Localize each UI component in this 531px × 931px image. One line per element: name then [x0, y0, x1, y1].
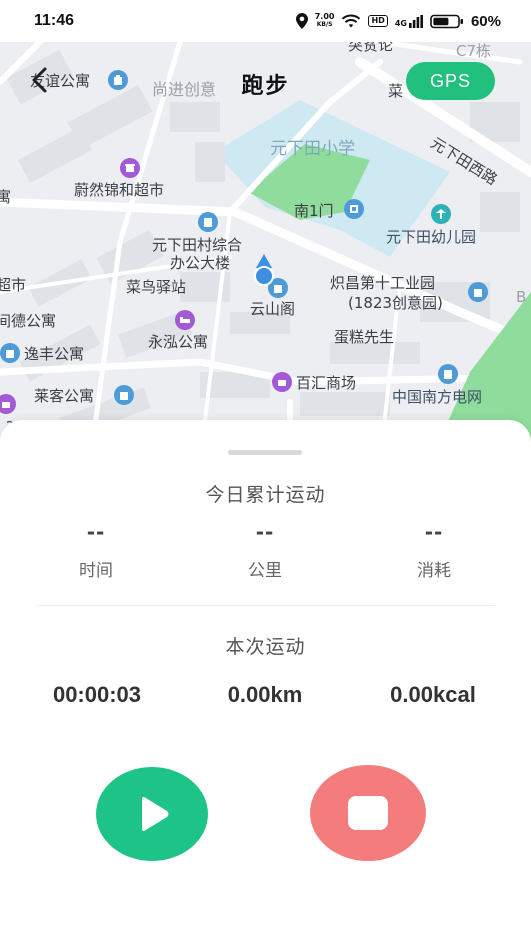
status-time: 11:46	[34, 12, 75, 29]
map-label: (1823创意园)	[348, 294, 443, 312]
location-arrow-icon	[254, 254, 274, 286]
hd-badge: HD	[368, 15, 388, 27]
gps-button[interactable]: GPS	[406, 62, 495, 100]
play-icon	[142, 797, 169, 831]
today-time-label: 时间	[79, 561, 113, 581]
status-bar: 11:46 7.00 KB/S HD 4G 60%	[0, 0, 531, 42]
today-time-stat: -- 时间	[26, 520, 166, 581]
park-icon	[468, 282, 488, 302]
session-distance: 0.00km	[227, 682, 303, 707]
today-calories-value: --	[424, 520, 444, 544]
map-label: 云山阁	[250, 300, 296, 318]
map-label: 菜鸟驿站	[126, 278, 187, 296]
map-label: 超市	[0, 276, 27, 294]
session-title: 本次运动	[225, 636, 306, 658]
battery-icon	[430, 14, 463, 28]
office-icon	[198, 212, 218, 232]
today-distance-stat: -- 公里	[195, 520, 335, 581]
stop-button[interactable]	[310, 765, 426, 861]
map-label: 莱客公寓	[34, 387, 95, 405]
mall-icon	[272, 372, 292, 392]
hotel-icon	[175, 310, 195, 330]
signal-indicator: 4G	[394, 14, 423, 28]
apartment-icon	[0, 343, 20, 363]
map-label: 间德公寓	[0, 312, 57, 330]
map-label: B	[516, 288, 527, 306]
map-label: 寓	[0, 188, 12, 206]
map-label: 永泓公寓	[148, 333, 209, 351]
apartment-icon	[114, 385, 134, 405]
net-speed: 7.00 KB/S	[315, 13, 335, 29]
map-label: 炽昌第十工业园	[330, 274, 436, 292]
map-label: C7栋	[456, 42, 492, 60]
session-duration: 00:00:03	[52, 682, 142, 707]
network-type: 4G	[394, 18, 407, 28]
today-time-value: --	[86, 520, 106, 544]
map-label: 元下田小学	[270, 139, 355, 159]
map-label: 百汇商场	[296, 374, 357, 392]
map-label: 办公大楼	[170, 254, 231, 272]
net-speed-value: 7.00	[314, 12, 335, 21]
map-label: 突贫论	[348, 42, 394, 54]
map-label: 元下田幼儿园	[386, 228, 477, 246]
map-label: 蔚然锦和超市	[74, 181, 165, 199]
map-view[interactable]: 突贫论 C7栋 友谊公寓 尚进创意 菜 元下田西路 元下田小学 蔚然锦和超市 寓…	[0, 42, 531, 462]
battery-percentage: 60%	[470, 12, 501, 30]
drag-handle[interactable]	[228, 450, 302, 455]
grid-office-icon	[438, 364, 458, 384]
stop-icon	[348, 796, 388, 830]
map-label: 南1门	[294, 202, 334, 220]
map-label: 蛋糕先生	[334, 328, 395, 346]
section-divider	[36, 605, 495, 606]
kindergarten-icon	[431, 204, 451, 224]
today-calories-stat: -- 消耗	[364, 520, 504, 581]
net-speed-unit: KB/S	[316, 21, 333, 28]
status-icons: 7.00 KB/S HD 4G 60%	[295, 12, 501, 30]
wifi-icon	[342, 14, 361, 27]
supermarket-icon	[120, 158, 140, 178]
bottom-sheet: 今日累计运动 -- 时间 -- 公里 -- 消耗 本次运动 00:00:03 0…	[0, 420, 531, 931]
today-title: 今日累计运动	[205, 484, 326, 506]
school-icon	[344, 199, 364, 219]
location-pin-icon	[295, 13, 308, 29]
today-calories-label: 消耗	[417, 561, 451, 581]
map-label: 逸丰公寓	[24, 345, 85, 363]
map-label: 中国南方电网	[392, 388, 483, 406]
today-distance-value: --	[255, 520, 275, 544]
session-calories: 0.00kcal	[390, 682, 476, 707]
signal-icon	[408, 14, 423, 28]
today-distance-label: 公里	[248, 561, 282, 581]
play-button[interactable]	[96, 767, 208, 861]
